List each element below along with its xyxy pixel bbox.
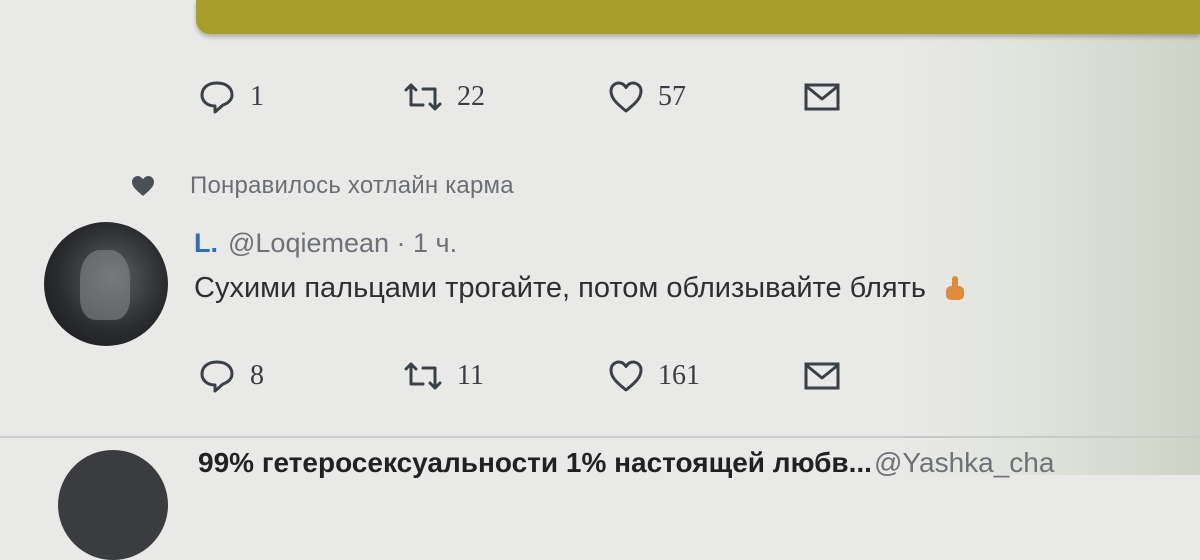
reply-button[interactable]: 8 bbox=[198, 354, 403, 398]
tweet-divider bbox=[0, 436, 1200, 438]
direct-message-button[interactable] bbox=[803, 75, 863, 119]
previous-tweet-actions: 1 22 57 bbox=[198, 75, 863, 119]
direct-message-button[interactable] bbox=[803, 354, 863, 398]
retweet-count: 11 bbox=[457, 360, 484, 391]
tweet-header: L. @Loqiemean · 1 ч. bbox=[194, 226, 457, 260]
next-tweet-username[interactable]: @Yashka_cha bbox=[874, 447, 1054, 479]
next-tweet-avatar[interactable] bbox=[58, 450, 168, 560]
retweet-count: 22 bbox=[457, 81, 485, 112]
reply-count: 8 bbox=[250, 360, 264, 391]
like-button[interactable]: 161 bbox=[608, 354, 803, 398]
liked-context-text: Понравилось хотлайн карма bbox=[190, 172, 514, 199]
like-count: 161 bbox=[658, 360, 700, 391]
like-icon bbox=[608, 80, 644, 114]
tweet-body: Сухими пальцами трогайте, потом облизыва… bbox=[194, 272, 968, 305]
reply-button[interactable]: 1 bbox=[198, 75, 403, 119]
screen-glare bbox=[900, 0, 1200, 475]
reply-icon bbox=[198, 79, 236, 115]
retweet-icon bbox=[403, 360, 443, 392]
avatar[interactable] bbox=[44, 222, 168, 346]
retweet-icon bbox=[403, 81, 443, 113]
liked-context: Понравилось хотлайн карма bbox=[130, 170, 514, 202]
like-icon bbox=[608, 359, 644, 393]
like-button[interactable]: 57 bbox=[608, 75, 803, 119]
reply-icon bbox=[198, 358, 236, 394]
avatar-figure bbox=[80, 250, 130, 320]
display-name[interactable]: L. bbox=[194, 228, 218, 259]
next-tweet-header: 99% гетеросексуальности 1% настоящей люб… bbox=[198, 447, 1054, 479]
like-count: 57 bbox=[658, 81, 686, 112]
retweet-button[interactable]: 11 bbox=[403, 354, 608, 398]
pointing-finger-emoji bbox=[942, 274, 968, 304]
direct-message-icon bbox=[803, 361, 841, 391]
media-preview[interactable] bbox=[196, 0, 1200, 34]
retweet-button[interactable]: 22 bbox=[403, 75, 608, 119]
liked-heart-icon bbox=[130, 174, 156, 198]
username-and-time[interactable]: @Loqiemean · 1 ч. bbox=[228, 228, 457, 259]
next-tweet-title[interactable]: 99% гетеросексуальности 1% настоящей люб… bbox=[198, 447, 872, 479]
tweet-text: Сухими пальцами трогайте, потом облизыва… bbox=[194, 272, 926, 304]
reply-count: 1 bbox=[250, 81, 264, 112]
direct-message-icon bbox=[803, 82, 841, 112]
tweet-actions: 8 11 161 bbox=[198, 354, 863, 398]
